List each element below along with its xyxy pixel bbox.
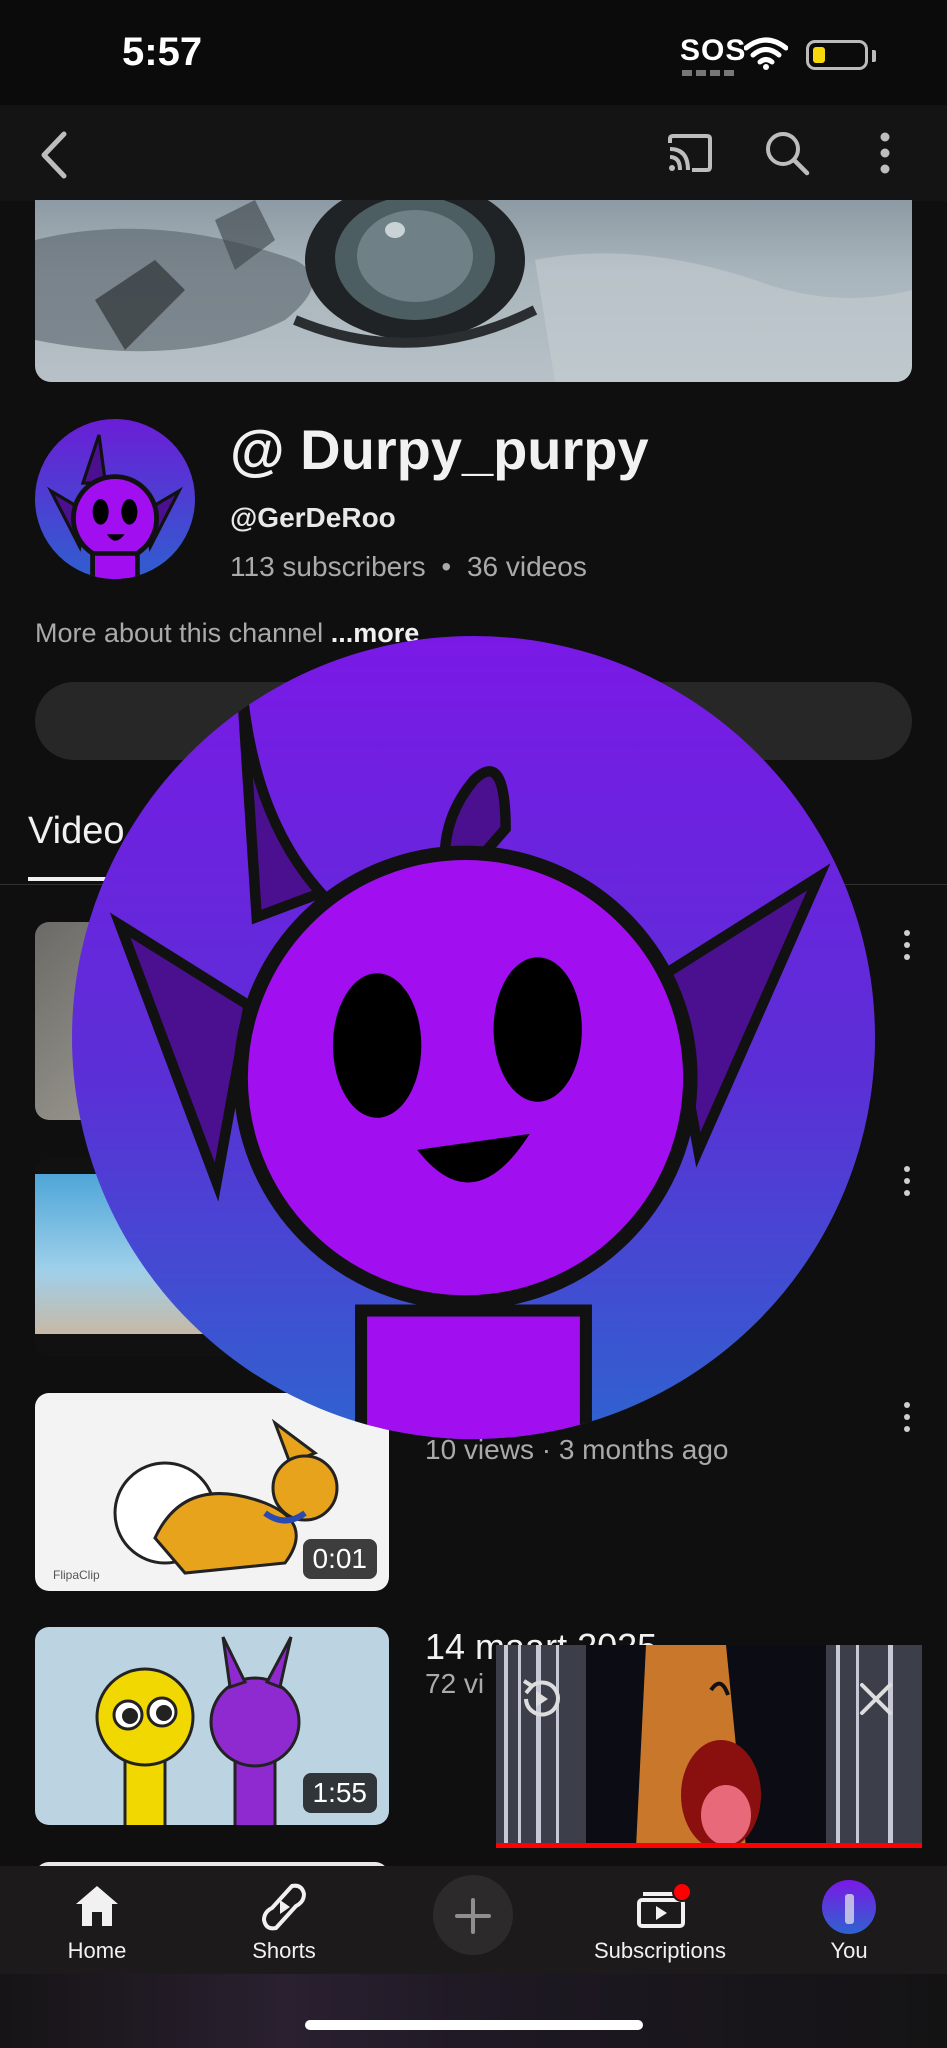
replay-icon[interactable] xyxy=(516,1675,564,1723)
nav-label-you: You xyxy=(830,1938,868,1963)
battery-icon xyxy=(806,40,868,70)
status-time: 5:57 xyxy=(122,30,203,74)
video-thumbnail[interactable]: FlipaClip 0:01 xyxy=(35,1393,389,1591)
notification-dot xyxy=(672,1882,692,1902)
video-duration: 1:55 xyxy=(302,1773,377,1813)
channel-avatar[interactable] xyxy=(35,419,195,579)
nav-label-subscriptions: Subscriptions xyxy=(593,1938,727,1963)
channel-banner xyxy=(35,200,912,382)
channel-handle: @GerDeRoo xyxy=(230,502,396,533)
miniplayer[interactable] xyxy=(496,1645,922,1848)
nav-label-shorts: Shorts xyxy=(252,1938,316,1963)
bottom-navigation: Home Shorts Subscriptions You xyxy=(0,1866,947,1974)
home-indicator-area xyxy=(0,1974,947,2048)
tab-videos[interactable]: Video xyxy=(28,810,125,853)
home-icon xyxy=(76,1886,118,1926)
wifi-icon xyxy=(744,37,788,70)
channel-stats: 113 subscribers • 36 videos xyxy=(230,551,587,583)
video-duration: 0:01 xyxy=(302,1539,377,1579)
nav-label-home: Home xyxy=(67,1938,127,1963)
top-app-bar xyxy=(0,105,947,201)
subscriber-count: 113 subscribers xyxy=(230,551,426,582)
channel-avatar-enlarged[interactable] xyxy=(72,636,875,1439)
stats-separator: • xyxy=(441,551,452,582)
avatar xyxy=(822,1880,876,1934)
channel-name: @ Durpy_purpy xyxy=(230,418,649,481)
home-indicator[interactable] xyxy=(305,2020,643,2030)
video-thumbnail[interactable]: 1:55 xyxy=(35,1627,389,1825)
sos-indicator: SOS xyxy=(680,34,747,67)
chevron-left-icon[interactable] xyxy=(36,130,72,180)
battery-tip xyxy=(872,50,876,62)
thumbnail-watermark: FlipaClip xyxy=(53,1568,100,1582)
battery-level xyxy=(813,47,825,63)
cast-icon[interactable] xyxy=(666,133,714,173)
miniplayer-progress xyxy=(496,1843,922,1848)
video-more-icon[interactable] xyxy=(903,1166,911,1202)
video-more-icon[interactable] xyxy=(903,930,911,966)
video-more-icon[interactable] xyxy=(903,1402,911,1438)
channel-about[interactable]: More about this channel ...more xyxy=(35,618,419,649)
shorts-icon xyxy=(262,1883,306,1931)
signal-dots-icon xyxy=(682,70,734,76)
more-vertical-icon[interactable] xyxy=(878,131,892,175)
close-icon[interactable] xyxy=(858,1681,894,1717)
plus-icon xyxy=(455,1898,491,1934)
search-icon[interactable] xyxy=(764,130,810,176)
video-count: 36 videos xyxy=(466,551,587,582)
about-text: More about this channel xyxy=(35,618,324,648)
video-meta: 72 vi xyxy=(425,1668,485,1699)
